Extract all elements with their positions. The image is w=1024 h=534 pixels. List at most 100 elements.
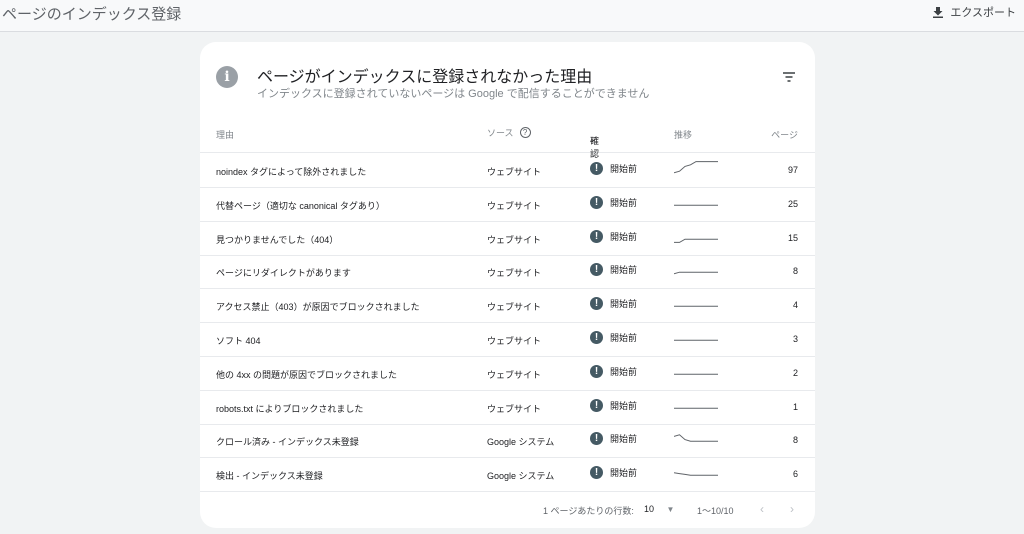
status: ! 開始前 bbox=[590, 229, 638, 243]
status-label: 開始前 bbox=[610, 400, 638, 411]
reason: 見つかりませんでした（404） bbox=[216, 234, 339, 245]
table-row[interactable]: クロール済み - インデックス未登録 Google システム ! 開始前 8 bbox=[200, 424, 815, 459]
exclamation-icon: ! bbox=[590, 432, 603, 446]
reason: ソフト 404 bbox=[216, 336, 261, 346]
page-count: 97 bbox=[787, 165, 798, 175]
status: ! 開始前 bbox=[590, 432, 638, 446]
col-pages[interactable]: ページ bbox=[771, 128, 798, 141]
source: ウェブサイト bbox=[487, 336, 542, 346]
source: ウェブサイト bbox=[487, 167, 542, 177]
status-label: 開始前 bbox=[610, 197, 638, 208]
source: ウェブサイト bbox=[487, 369, 542, 380]
status: ! 開始前 bbox=[590, 466, 638, 480]
info-icon: i bbox=[216, 66, 238, 88]
table-row[interactable]: noindex タグによって除外されました ウェブサイト ! 開始前 97 bbox=[200, 154, 815, 188]
dropdown-arrow-icon: ▼ bbox=[666, 505, 675, 514]
status: ! 開始前 bbox=[590, 364, 638, 378]
table-row[interactable]: robots.txt によりブロックされました ウェブサイト ! 開始前 1 bbox=[200, 391, 815, 425]
page-count: 8 bbox=[792, 266, 798, 277]
status: ! 開始前 bbox=[590, 162, 637, 175]
col-trend: 推移 bbox=[674, 130, 693, 140]
trend-sparkline bbox=[674, 305, 718, 307]
page-count: 6 bbox=[792, 469, 798, 480]
exclamation-icon: ! bbox=[590, 466, 603, 480]
reason: アクセス禁止（403）が原因でブロックされました bbox=[216, 302, 420, 313]
source: ウェブサイト bbox=[487, 302, 542, 313]
trend-line bbox=[674, 238, 718, 243]
exclamation-icon: ! bbox=[590, 398, 603, 412]
status-label: 開始前 bbox=[610, 231, 638, 242]
status-label: 開始前 bbox=[610, 468, 638, 479]
exclamation-icon: ! bbox=[590, 162, 603, 175]
page-count: 2 bbox=[792, 367, 798, 378]
table-row[interactable]: 検出 - インデックス未登録 Google システム ! 開始前 6 bbox=[200, 458, 815, 493]
page-count: 3 bbox=[792, 334, 798, 344]
exclamation-icon: ! bbox=[590, 195, 603, 209]
reason: 他の 4xx の問題が原因でブロックされました bbox=[216, 369, 398, 380]
exclamation-icon: ! bbox=[590, 229, 603, 243]
rows-per-page-value: 10 bbox=[644, 504, 655, 514]
trend-sparkline bbox=[674, 238, 718, 243]
status-label: 開始前 bbox=[610, 366, 638, 377]
page-count: 8 bbox=[792, 435, 798, 446]
status-label: 開始前 bbox=[610, 299, 638, 310]
source: Google システム bbox=[487, 437, 555, 448]
trend-line bbox=[674, 434, 718, 443]
trend-line bbox=[674, 472, 718, 476]
table-row[interactable]: アクセス禁止（403）が原因でブロックされました ウェブサイト ! 開始前 4 bbox=[200, 289, 815, 324]
status-label: 開始前 bbox=[610, 434, 638, 445]
page-range: 1〜10/10 bbox=[697, 506, 734, 516]
exclamation-icon: ! bbox=[590, 331, 603, 344]
card-title: ページがインデックスに登録されなかった理由 bbox=[257, 69, 593, 86]
status-label: 開始前 bbox=[610, 164, 638, 174]
page-count: 1 bbox=[792, 401, 798, 412]
table-row[interactable]: ページにリダイレクトがあります ウェブサイト ! 開始前 8 bbox=[200, 255, 815, 290]
filter-icon[interactable] bbox=[782, 72, 796, 82]
table-row[interactable]: 代替ページ（適切な canonical タグあり） ウェブサイト ! 開始前 25 bbox=[200, 188, 815, 222]
page-count: 25 bbox=[787, 198, 798, 209]
status: ! 開始前 bbox=[590, 398, 638, 412]
card-subtitle: インデックスに登録されていないページは Google で配信することができません bbox=[257, 88, 650, 100]
next-page-button[interactable]: › bbox=[790, 502, 794, 516]
source: ウェブサイト bbox=[487, 268, 542, 279]
col-source-label: ソース bbox=[487, 128, 514, 138]
exclamation-icon: ! bbox=[590, 297, 603, 311]
col-reason[interactable]: 理由 bbox=[216, 128, 234, 141]
prev-page-button[interactable]: ‹ bbox=[760, 502, 764, 516]
reason: robots.txt によりブロックされました bbox=[216, 403, 364, 414]
reason: ページにリダイレクトがあります bbox=[216, 268, 351, 279]
status-label: 開始前 bbox=[610, 333, 638, 343]
table-row[interactable]: ソフト 404 ウェブサイト ! 開始前 3 bbox=[200, 323, 815, 357]
trend-sparkline bbox=[674, 373, 718, 375]
status: ! 開始前 bbox=[590, 297, 638, 311]
status: ! 開始前 bbox=[590, 263, 638, 277]
source: ウェブサイト bbox=[487, 200, 542, 211]
trend-sparkline bbox=[674, 272, 718, 275]
trend-line bbox=[674, 161, 718, 174]
reason: 代替ページ（適切な canonical タグあり） bbox=[216, 200, 385, 211]
reason: noindex タグによって除外されました bbox=[216, 167, 367, 177]
table-row[interactable]: 見つかりませんでした（404） ウェブサイト ! 開始前 15 bbox=[200, 222, 815, 256]
page-count: 15 bbox=[787, 232, 798, 243]
table-header: 理由 ソース? 確認 ↓ 推移 ページ bbox=[200, 122, 815, 159]
source: ウェブサイト bbox=[487, 234, 542, 245]
rows-per-page-select[interactable]: 10 ▼ bbox=[644, 504, 674, 514]
exclamation-icon: ! bbox=[590, 263, 603, 277]
top-bar: ページのインデックス登録 エクスポート bbox=[0, 0, 1024, 32]
trend-sparkline bbox=[674, 472, 718, 476]
table-row[interactable]: 他の 4xx の問題が原因でブロックされました ウェブサイト ! 開始前 2 bbox=[200, 357, 815, 391]
reason: 検出 - インデックス未登録 bbox=[216, 471, 323, 482]
source: ウェブサイト bbox=[487, 403, 542, 414]
trend-sparkline bbox=[674, 407, 718, 409]
exclamation-icon: ! bbox=[590, 364, 603, 378]
page-title: ページのインデックス登録 bbox=[2, 6, 182, 23]
col-source[interactable]: ソース? bbox=[487, 126, 531, 139]
arrow-down-icon: ↓ bbox=[590, 134, 595, 144]
download-icon bbox=[933, 7, 944, 18]
export-label: エクスポート bbox=[950, 7, 1016, 19]
export-button[interactable]: エクスポート bbox=[932, 4, 1016, 20]
status-label: 開始前 bbox=[610, 265, 638, 276]
help-icon[interactable]: ? bbox=[519, 127, 531, 138]
source: Google システム bbox=[487, 471, 555, 482]
reasons-card: i ページがインデックスに登録されなかった理由 インデックスに登録されていないペ… bbox=[200, 42, 815, 528]
